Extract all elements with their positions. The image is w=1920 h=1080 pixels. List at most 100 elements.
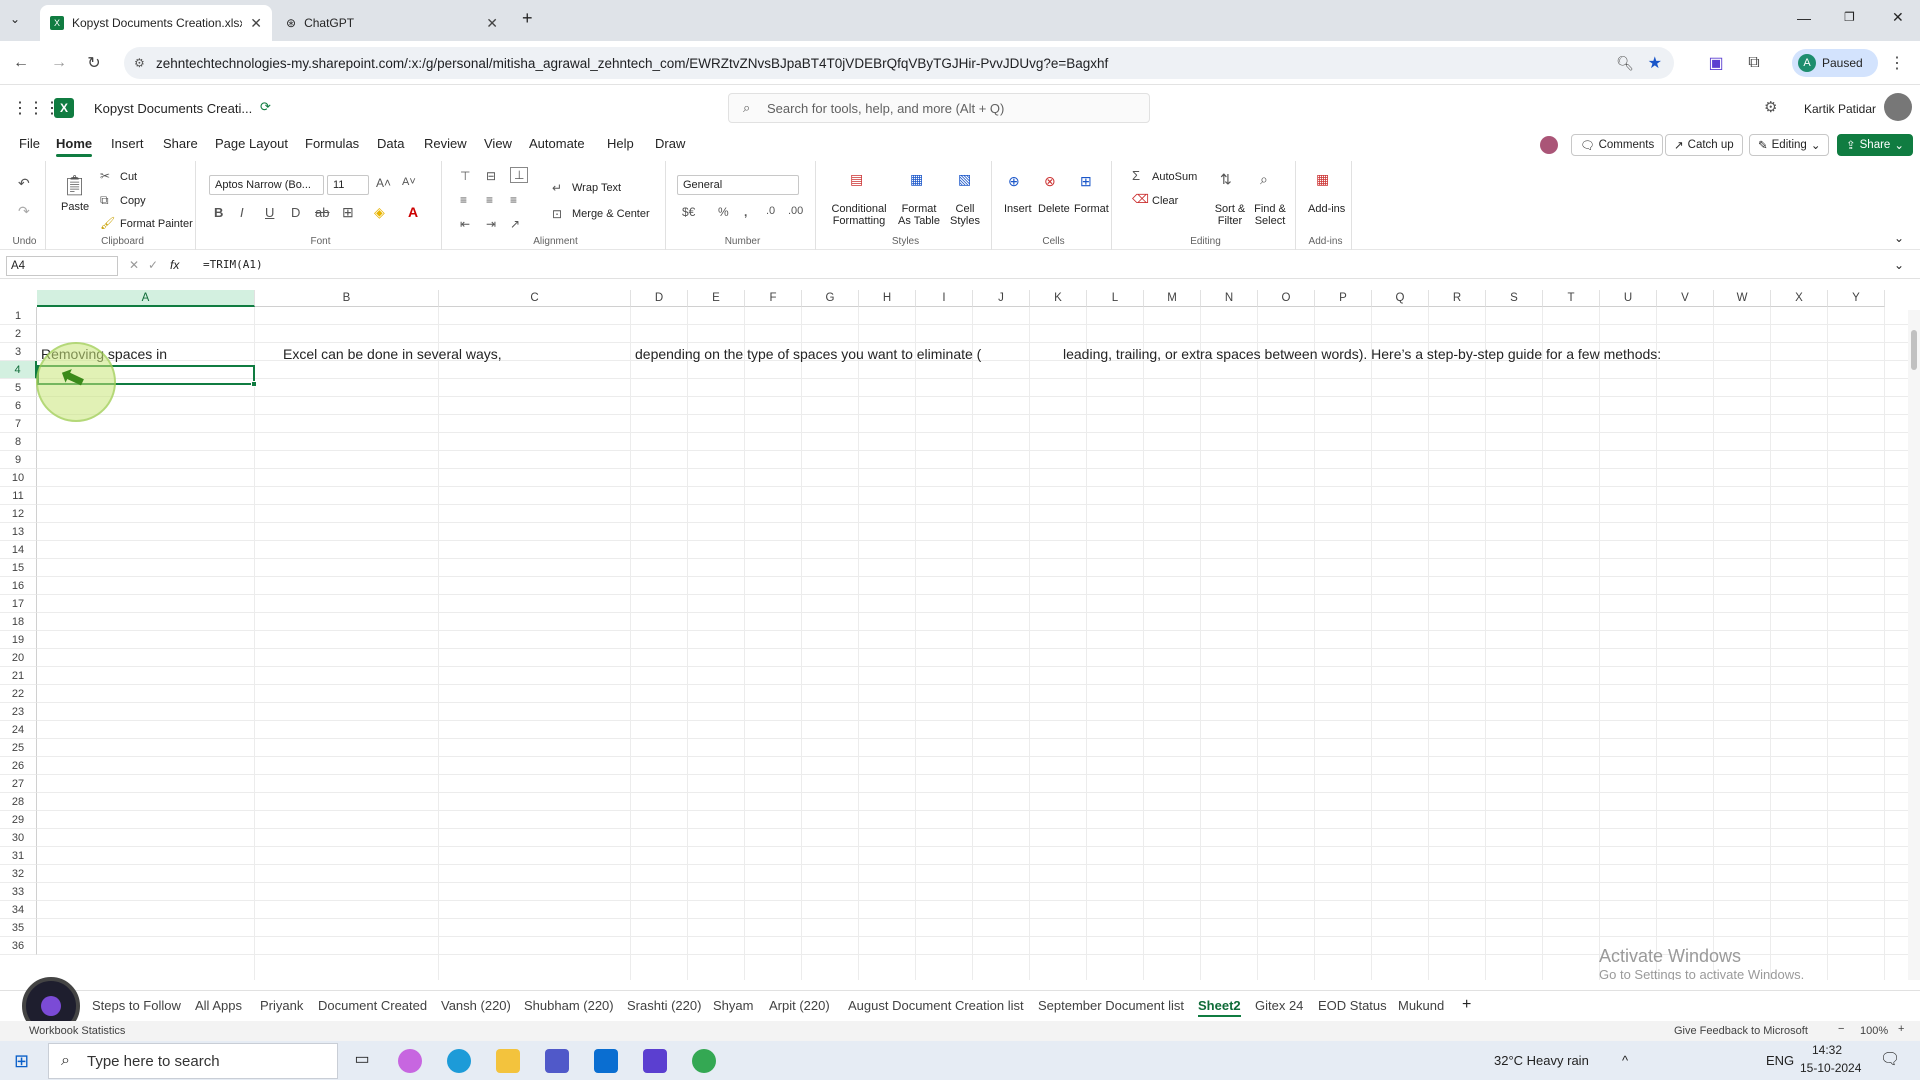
formula-input[interactable]: =TRIM(A1) — [203, 258, 263, 271]
align-center-icon[interactable]: ≡ — [486, 193, 493, 207]
row-header-33[interactable]: 33 — [0, 883, 37, 901]
ribbon-collapse-icon[interactable]: ⌄ — [1894, 231, 1904, 245]
settings-gear-icon[interactable]: ⚙ — [1764, 98, 1777, 116]
increase-decimal-icon[interactable]: .0 — [766, 205, 775, 217]
row-header-32[interactable]: 32 — [0, 865, 37, 883]
delete-cells-button[interactable]: Delete — [1038, 203, 1070, 215]
column-header-s[interactable]: S — [1486, 290, 1543, 307]
column-header-j[interactable]: J — [973, 290, 1030, 307]
row-header-8[interactable]: 8 — [0, 433, 37, 451]
column-header-f[interactable]: F — [745, 290, 802, 307]
menu-page-layout[interactable]: Page Layout — [215, 136, 288, 151]
clock-date[interactable]: 15-10-2024 — [1800, 1061, 1861, 1075]
row-header-6[interactable]: 6 — [0, 397, 37, 415]
font-color-icon[interactable]: A — [408, 204, 418, 220]
percent-icon[interactable]: % — [718, 205, 729, 219]
mail-icon[interactable] — [594, 1049, 618, 1073]
column-header-b[interactable]: B — [255, 290, 439, 307]
function-icon[interactable]: fx — [170, 258, 179, 272]
column-header-d[interactable]: D — [631, 290, 688, 307]
row-header-24[interactable]: 24 — [0, 721, 37, 739]
menu-automate[interactable]: Automate — [529, 136, 585, 151]
font-name-select[interactable]: Aptos Narrow (Bo... — [209, 175, 324, 195]
row-header-35[interactable]: 35 — [0, 919, 37, 937]
row-header-11[interactable]: 11 — [0, 487, 37, 505]
decrease-font-icon[interactable]: A˅ — [402, 176, 416, 188]
number-format-select[interactable]: General — [677, 175, 799, 195]
chrome-icon[interactable] — [692, 1049, 716, 1073]
conditional-formatting-button[interactable]: Conditional Formatting — [830, 203, 888, 227]
feedback-link[interactable]: Give Feedback to Microsoft — [1674, 1025, 1808, 1037]
orientation-icon[interactable]: ↗ — [510, 217, 520, 231]
sheet-tab[interactable]: Arpit (220) — [769, 998, 830, 1013]
column-header-p[interactable]: P — [1315, 290, 1372, 307]
row-header-17[interactable]: 17 — [0, 595, 37, 613]
column-header-w[interactable]: W — [1714, 290, 1771, 307]
row-header-29[interactable]: 29 — [0, 811, 37, 829]
addins-button[interactable]: Add-ins — [1308, 203, 1345, 215]
column-header-k[interactable]: K — [1030, 290, 1087, 307]
column-header-a[interactable]: A — [37, 290, 255, 307]
column-header-u[interactable]: U — [1600, 290, 1657, 307]
column-header-l[interactable]: L — [1087, 290, 1144, 307]
enter-icon[interactable]: ✓ — [148, 258, 158, 272]
row-header-27[interactable]: 27 — [0, 775, 37, 793]
cell-styles-button[interactable]: Cell Styles — [948, 203, 982, 227]
increase-indent-icon[interactable]: ⇥ — [486, 217, 496, 231]
font-size-select[interactable]: 11 — [327, 175, 369, 195]
decrease-indent-icon[interactable]: ⇤ — [460, 217, 470, 231]
menu-draw[interactable]: Draw — [655, 136, 685, 151]
row-header-20[interactable]: 20 — [0, 649, 37, 667]
menu-file[interactable]: File — [19, 136, 40, 151]
copilot-icon[interactable] — [398, 1049, 422, 1073]
close-icon[interactable]: ✕ — [250, 15, 262, 32]
new-tab-button[interactable]: + — [522, 8, 533, 29]
back-icon[interactable]: ← — [10, 52, 32, 74]
comments-button[interactable]: 🗨︎ Comments — [1571, 134, 1664, 156]
sheet-tab[interactable]: All Apps — [195, 998, 242, 1013]
row-header-34[interactable]: 34 — [0, 901, 37, 919]
column-header-n[interactable]: N — [1201, 290, 1258, 307]
document-title[interactable]: Kopyst Documents Creati... — [94, 101, 252, 116]
row-header-5[interactable]: 5 — [0, 379, 37, 397]
app-icon[interactable] — [643, 1049, 667, 1073]
copy-button[interactable]: Copy — [120, 195, 146, 207]
catchup-button[interactable]: ↗ Catch up — [1665, 134, 1743, 156]
windows-start-icon[interactable]: ⊞ — [14, 1051, 29, 1072]
redo-icon[interactable]: ↷ — [18, 203, 30, 220]
column-header-i[interactable]: I — [916, 290, 973, 307]
row-header-13[interactable]: 13 — [0, 523, 37, 541]
menu-data[interactable]: Data — [377, 136, 404, 151]
vertical-scrollbar[interactable] — [1908, 310, 1920, 980]
zoom-in-icon[interactable]: + — [1898, 1023, 1904, 1035]
row-header-21[interactable]: 21 — [0, 667, 37, 685]
row-header-10[interactable]: 10 — [0, 469, 37, 487]
site-info-icon[interactable]: ⚙ — [134, 56, 145, 70]
file-explorer-icon[interactable] — [496, 1049, 520, 1073]
scrollbar-thumb[interactable] — [1911, 330, 1917, 370]
wrap-text-button[interactable]: Wrap Text — [572, 182, 621, 194]
strikethrough-icon[interactable]: ab — [315, 205, 329, 220]
sheet-tab[interactable]: Priyank — [260, 998, 303, 1013]
fill-handle[interactable] — [251, 381, 257, 387]
window-close-icon[interactable]: ✕ — [1892, 9, 1904, 26]
paste-icon[interactable]: 📋︎ — [62, 173, 87, 198]
language-indicator[interactable]: ENG — [1766, 1053, 1794, 1068]
bookmark-star-icon[interactable]: ★ — [1648, 53, 1662, 73]
row-header-9[interactable]: 9 — [0, 451, 37, 469]
teams-icon[interactable] — [545, 1049, 569, 1073]
format-as-table-button[interactable]: Format As Table — [894, 203, 944, 227]
more-menu-icon[interactable]: ⋮ — [1886, 52, 1908, 74]
underline-icon[interactable]: U — [265, 205, 274, 220]
editing-mode-button[interactable]: ✎ Editing ⌄ — [1749, 134, 1830, 156]
expand-formula-icon[interactable]: ⌄ — [1894, 258, 1904, 272]
sheet-tab[interactable]: Steps to Follow — [92, 998, 181, 1013]
fill-color-icon[interactable]: ◈ — [374, 204, 385, 221]
weather[interactable]: 32°C Heavy rain — [1494, 1053, 1589, 1068]
row-header-28[interactable]: 28 — [0, 793, 37, 811]
zoom-level[interactable]: 100% — [1860, 1025, 1888, 1037]
format-painter-button[interactable]: Format Painter — [120, 218, 193, 230]
undo-icon[interactable]: ↶ — [18, 175, 30, 192]
minimize-icon[interactable]: — — [1797, 10, 1811, 26]
paste-button[interactable]: Paste — [61, 201, 89, 213]
